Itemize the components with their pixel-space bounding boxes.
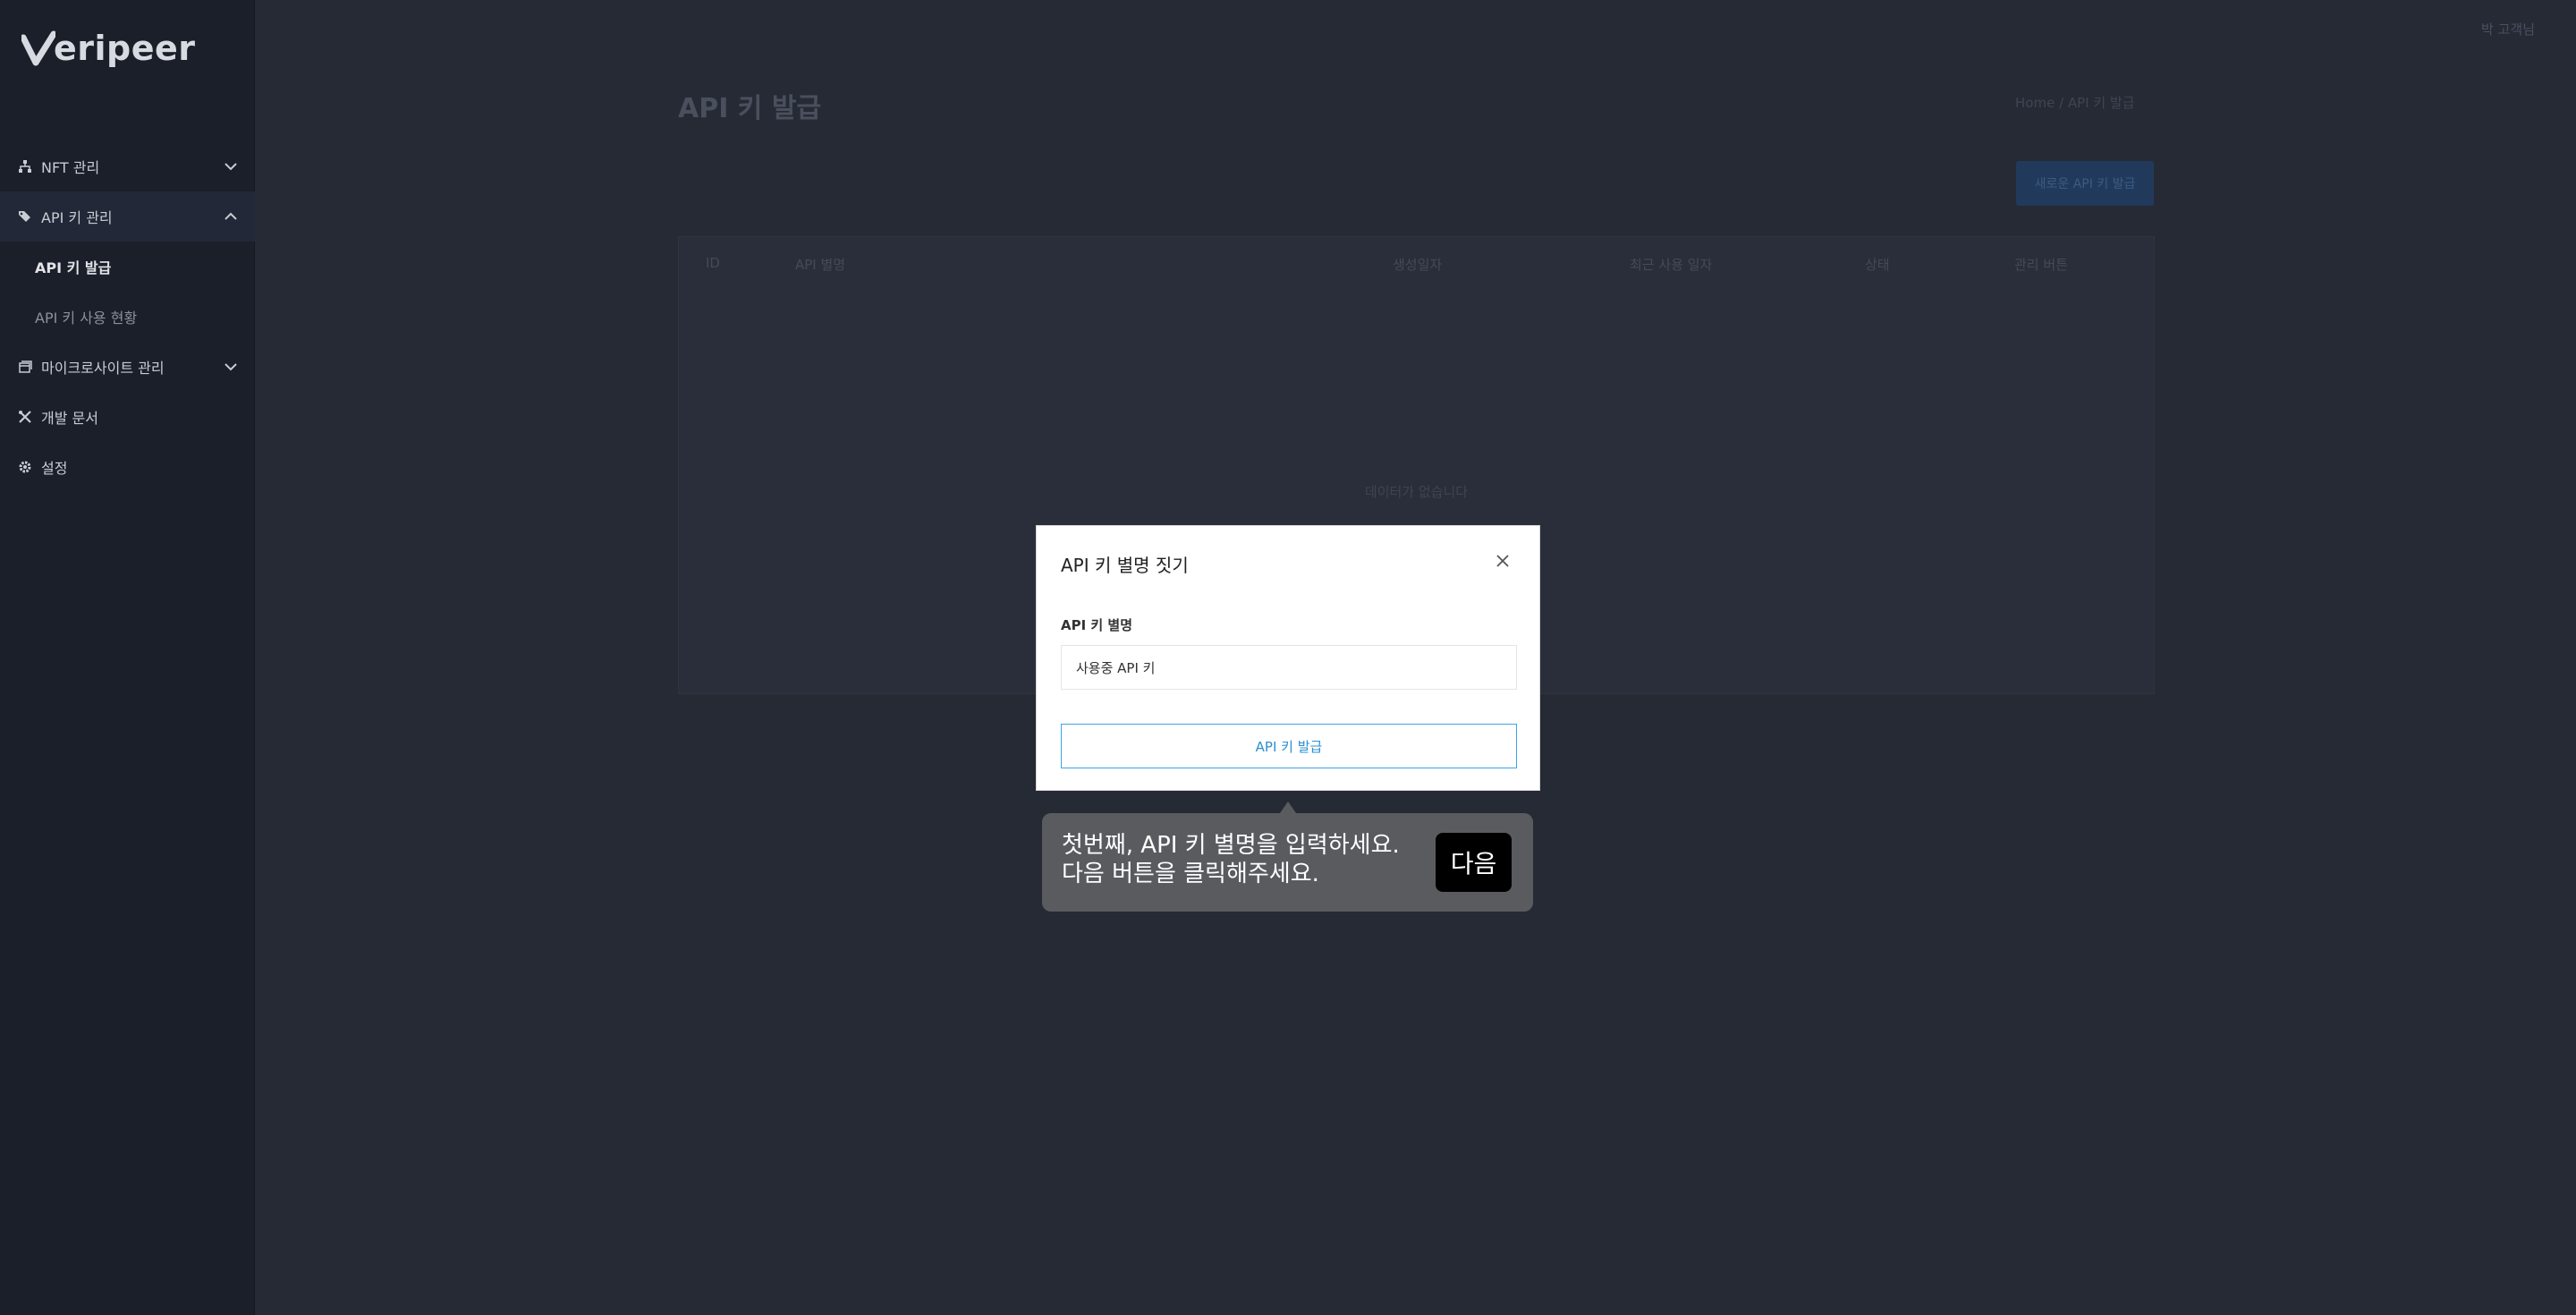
- table-header-alias: API 별명: [795, 257, 846, 273]
- veripeer-logo[interactable]: eripeer: [21, 25, 196, 72]
- table-header-id: ID: [706, 255, 720, 271]
- gear-icon: [16, 458, 34, 476]
- tools-icon: [16, 408, 34, 426]
- sidebar-item-microsite[interactable]: 마이크로사이트 관리: [0, 342, 255, 392]
- breadcrumb: Home / API 키 발급: [2015, 95, 2135, 111]
- tooltip-text: 첫번째, API 키 별명을 입력하세요. 다음 버튼을 클릭해주세요.: [1062, 831, 1419, 888]
- chevron-down-icon: [225, 163, 237, 171]
- chevron-up-icon: [225, 212, 237, 220]
- tooltip-line-2: 다음 버튼을 클릭해주세요.: [1062, 861, 1319, 887]
- sidebar-nav: NFT 관리 API 키 관리 API 키 발급 API 키 사용 현황 마이크…: [0, 141, 255, 492]
- table-header-last-used: 최근 사용 일자: [1630, 257, 1713, 273]
- issue-api-key-button[interactable]: API 키 발급: [1061, 724, 1517, 768]
- sidebar-item-label: NFT 관리: [41, 159, 100, 176]
- sidebar-subitem-api-key-usage[interactable]: API 키 사용 현황: [0, 292, 255, 342]
- logo-mark-icon: [21, 30, 55, 66]
- sidebar: eripeer NFT 관리 API 키 관리 API 키 발급 API 키 사…: [0, 0, 255, 1315]
- tooltip-arrow: [1280, 802, 1296, 813]
- sidebar-item-label: 개발 문서: [41, 410, 98, 427]
- window-icon: [16, 358, 34, 376]
- sidebar-subitem-api-key-issue[interactable]: API 키 발급: [0, 242, 255, 292]
- onboarding-tooltip: 첫번째, API 키 별명을 입력하세요. 다음 버튼을 클릭해주세요. 다음: [1042, 813, 1533, 912]
- sidebar-item-label: 설정: [41, 460, 68, 477]
- close-icon[interactable]: [1493, 551, 1513, 571]
- sitemap-icon: [16, 157, 34, 175]
- sidebar-item-label: 마이크로사이트 관리: [41, 360, 165, 377]
- page-title: API 키 발급: [678, 93, 822, 124]
- api-key-alias-modal: API 키 별명 짓기 API 키 별명 API 키 발급: [1036, 525, 1540, 791]
- tooltip-line-1: 첫번째, API 키 별명을 입력하세요.: [1062, 832, 1400, 859]
- tags-icon: [16, 208, 34, 225]
- new-api-key-button[interactable]: 새로운 API 키 발급: [2016, 161, 2154, 206]
- alias-field-label: API 키 별명: [1061, 617, 1133, 633]
- tooltip-next-button[interactable]: 다음: [1436, 833, 1512, 892]
- user-menu[interactable]: 박 고객님: [2481, 20, 2535, 38]
- sidebar-item-settings[interactable]: 설정: [0, 442, 255, 492]
- table-header-actions: 관리 버튼: [2014, 257, 2068, 273]
- sidebar-item-label: API 키 관리: [41, 209, 113, 226]
- sidebar-item-nft[interactable]: NFT 관리: [0, 141, 255, 191]
- chevron-down-icon: [225, 363, 237, 371]
- table-empty-message: 데이터가 없습니다: [1364, 484, 1469, 500]
- table-header-status: 상태: [1865, 257, 1890, 273]
- alias-input[interactable]: [1061, 645, 1517, 690]
- sidebar-item-api-keys[interactable]: API 키 관리: [0, 191, 255, 242]
- sidebar-item-dev-docs[interactable]: 개발 문서: [0, 392, 255, 442]
- table-header-created: 생성일자: [1393, 257, 1443, 273]
- modal-title: API 키 별명 짓기: [1061, 555, 1189, 576]
- logo-text: eripeer: [54, 29, 196, 68]
